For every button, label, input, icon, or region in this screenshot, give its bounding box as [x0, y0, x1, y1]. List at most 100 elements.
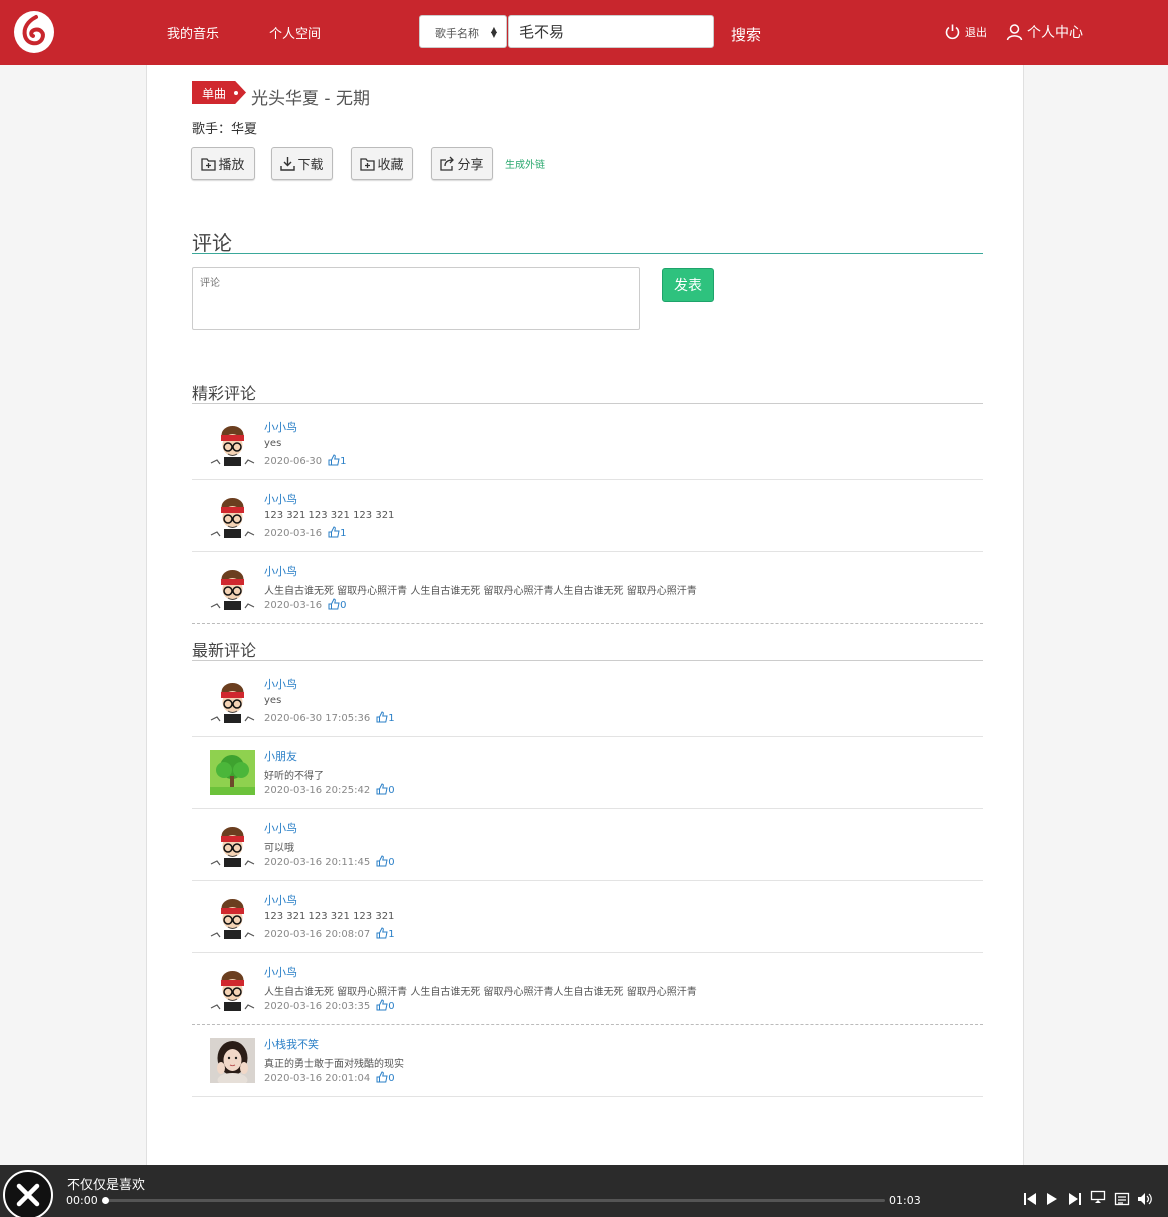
avatar[interactable] — [210, 822, 255, 867]
comment-meta: 2020-03-16 1 — [264, 526, 347, 541]
progress-bar[interactable] — [102, 1197, 885, 1204]
avatar[interactable] — [210, 493, 255, 538]
comment-item: 小朋友好听的不得了 2020-03-16 20:25:42 0 — [192, 737, 983, 809]
volume-button[interactable] — [1137, 1192, 1153, 1206]
user-center-button[interactable]: 个人中心 — [1006, 22, 1083, 42]
music-player-bar: 不仅仅是喜欢 00:00 01:03 — [0, 1165, 1168, 1217]
nav-my-music[interactable]: 我的音乐 — [167, 23, 219, 42]
share-button-label: 分享 — [457, 158, 484, 173]
play-icon — [1047, 1193, 1057, 1205]
comment-item: 小小鸟人生自古谁无死 留取丹心照汗青 人生自古谁无死 留取丹心照汗青人生自古谁无… — [192, 953, 983, 1025]
comment-username[interactable]: 小小鸟 — [264, 964, 297, 980]
play-button[interactable]: 播放 — [191, 147, 255, 180]
previous-button[interactable] — [1022, 1192, 1038, 1206]
lyrics-button[interactable] — [1090, 1190, 1106, 1204]
like-button[interactable]: 0 — [376, 783, 395, 798]
download-button[interactable]: 下载 — [271, 147, 333, 180]
publish-button[interactable]: 发表 — [662, 268, 714, 302]
comment-meta: 2020-03-16 20:08:07 1 — [264, 927, 395, 942]
comment-time: 2020-03-16 20:08:07 — [264, 929, 371, 940]
comment-username[interactable]: 小小鸟 — [264, 892, 297, 908]
logout-button[interactable]: 退出 — [944, 23, 987, 40]
comment-textarea[interactable] — [192, 267, 640, 330]
comment-item: 小小鸟 yes 2020-06-30 1 — [192, 408, 983, 480]
share-icon — [440, 156, 455, 171]
comment-text: 人生自古谁无死 留取丹心照汗青 人生自古谁无死 留取丹心照汗青人生自古谁无死 留… — [264, 987, 697, 998]
thumbs-up-icon — [376, 927, 388, 942]
comment-time: 2020-03-16 20:03:35 — [264, 1001, 371, 1012]
search-button[interactable]: 搜索 — [731, 24, 761, 45]
comment-item: 小栈我不笑 真正的勇士敢于面对残酷的现实 2020-03-16 20:01:04 0 — [192, 1025, 983, 1097]
comment-time: 2020-06-30 — [264, 456, 323, 467]
comment-item: 小小鸟 人生自古谁无死 留取丹心照汗青 人生自古谁无死 留取丹心照汗青人生自古谁无… — [192, 552, 983, 624]
search-type-select[interactable]: 歌手名称 ▲ ▼ — [419, 15, 507, 48]
share-button[interactable]: 分享 — [431, 147, 493, 180]
new-comments-divider — [192, 660, 983, 661]
comment-username[interactable]: 小栈我不笑 — [264, 1036, 319, 1052]
collect-button-label: 收藏 — [377, 158, 404, 173]
current-time: 00:00 — [66, 1194, 98, 1207]
avatar[interactable] — [210, 894, 255, 939]
comment-username[interactable]: 小小鸟 — [264, 491, 297, 507]
comment-time: 2020-03-16 — [264, 528, 323, 539]
avatar[interactable] — [210, 1038, 255, 1083]
like-button[interactable]: 0 — [376, 1071, 395, 1086]
avatar[interactable] — [210, 966, 255, 1011]
user-icon — [1006, 24, 1023, 41]
user-center-label: 个人中心 — [1027, 25, 1083, 41]
like-count: 0 — [388, 785, 395, 796]
comment-username[interactable]: 小小鸟 — [264, 820, 297, 836]
playlist-button[interactable] — [1114, 1192, 1130, 1206]
avatar[interactable] — [210, 421, 255, 466]
screen-icon — [1090, 1190, 1106, 1203]
top-nav-bar: 我的音乐 个人空间 歌手名称 ▲▼ 搜索 退出 个人中心 — [0, 0, 1168, 65]
like-button[interactable]: 0 — [376, 855, 395, 870]
thumbs-up-icon — [376, 783, 388, 798]
like-button[interactable]: 1 — [376, 927, 395, 942]
folder-plus-icon — [360, 158, 376, 171]
comment-username[interactable]: 小朋友 — [264, 748, 297, 764]
avatar[interactable] — [210, 565, 255, 610]
comment-text: 123 321 123 321 123 321 — [264, 510, 395, 521]
progress-knob[interactable] — [102, 1197, 109, 1204]
download-button-label: 下载 — [297, 158, 324, 173]
song-title: 光头华夏 - 无期 — [251, 89, 370, 109]
singer-label: 歌手：华夏 — [192, 122, 258, 137]
app-logo[interactable] — [14, 11, 54, 53]
comment-time: 2020-03-16 — [264, 600, 323, 611]
next-button[interactable] — [1067, 1192, 1083, 1206]
comment-meta: 2020-03-16 20:03:35 0 — [264, 999, 395, 1014]
like-button[interactable]: 1 — [328, 454, 347, 469]
comment-username[interactable]: 小小鸟 — [264, 563, 297, 579]
hot-comments-title: 精彩评论 — [192, 384, 257, 403]
comment-meta: 2020-03-16 20:01:04 0 — [264, 1071, 395, 1086]
generate-external-link[interactable]: 生成外链 — [505, 156, 545, 171]
comment-text: yes — [264, 438, 282, 449]
comment-time: 2020-06-30 17:05:36 — [264, 713, 371, 724]
comment-username[interactable]: 小小鸟 — [264, 419, 297, 435]
like-button[interactable]: 0 — [328, 598, 347, 613]
player-close-button[interactable] — [3, 1170, 53, 1217]
collect-button[interactable]: 收藏 — [351, 147, 413, 180]
like-count: 1 — [340, 456, 347, 467]
comment-item: 小小鸟 123 321 123 321 123 321 2020-03-16 20:… — [192, 881, 983, 953]
like-button[interactable]: 1 — [376, 711, 395, 726]
avatar[interactable] — [210, 678, 255, 723]
play-pause-button[interactable] — [1044, 1192, 1060, 1206]
comment-text: yes — [264, 695, 282, 706]
comment-time: 2020-03-16 20:11:45 — [264, 857, 371, 868]
like-button[interactable]: 0 — [376, 999, 395, 1014]
comment-username[interactable]: 小小鸟 — [264, 676, 297, 692]
like-count: 1 — [340, 528, 347, 539]
comment-text: 好听的不得了 — [264, 771, 324, 782]
search-input[interactable] — [508, 15, 714, 48]
thumbs-up-icon — [376, 711, 388, 726]
comment-meta: 2020-03-16 20:11:45 0 — [264, 855, 395, 870]
like-button[interactable]: 1 — [328, 526, 347, 541]
nav-personal-space[interactable]: 个人空间 — [269, 23, 321, 42]
like-count: 0 — [388, 1073, 395, 1084]
avatar[interactable] — [210, 750, 255, 795]
track-name: 不仅仅是喜欢 — [67, 1178, 146, 1193]
comment-item: 小小鸟 yes 2020-06-30 17:05:36 1 — [192, 665, 983, 737]
comment-time: 2020-03-16 20:25:42 — [264, 785, 371, 796]
